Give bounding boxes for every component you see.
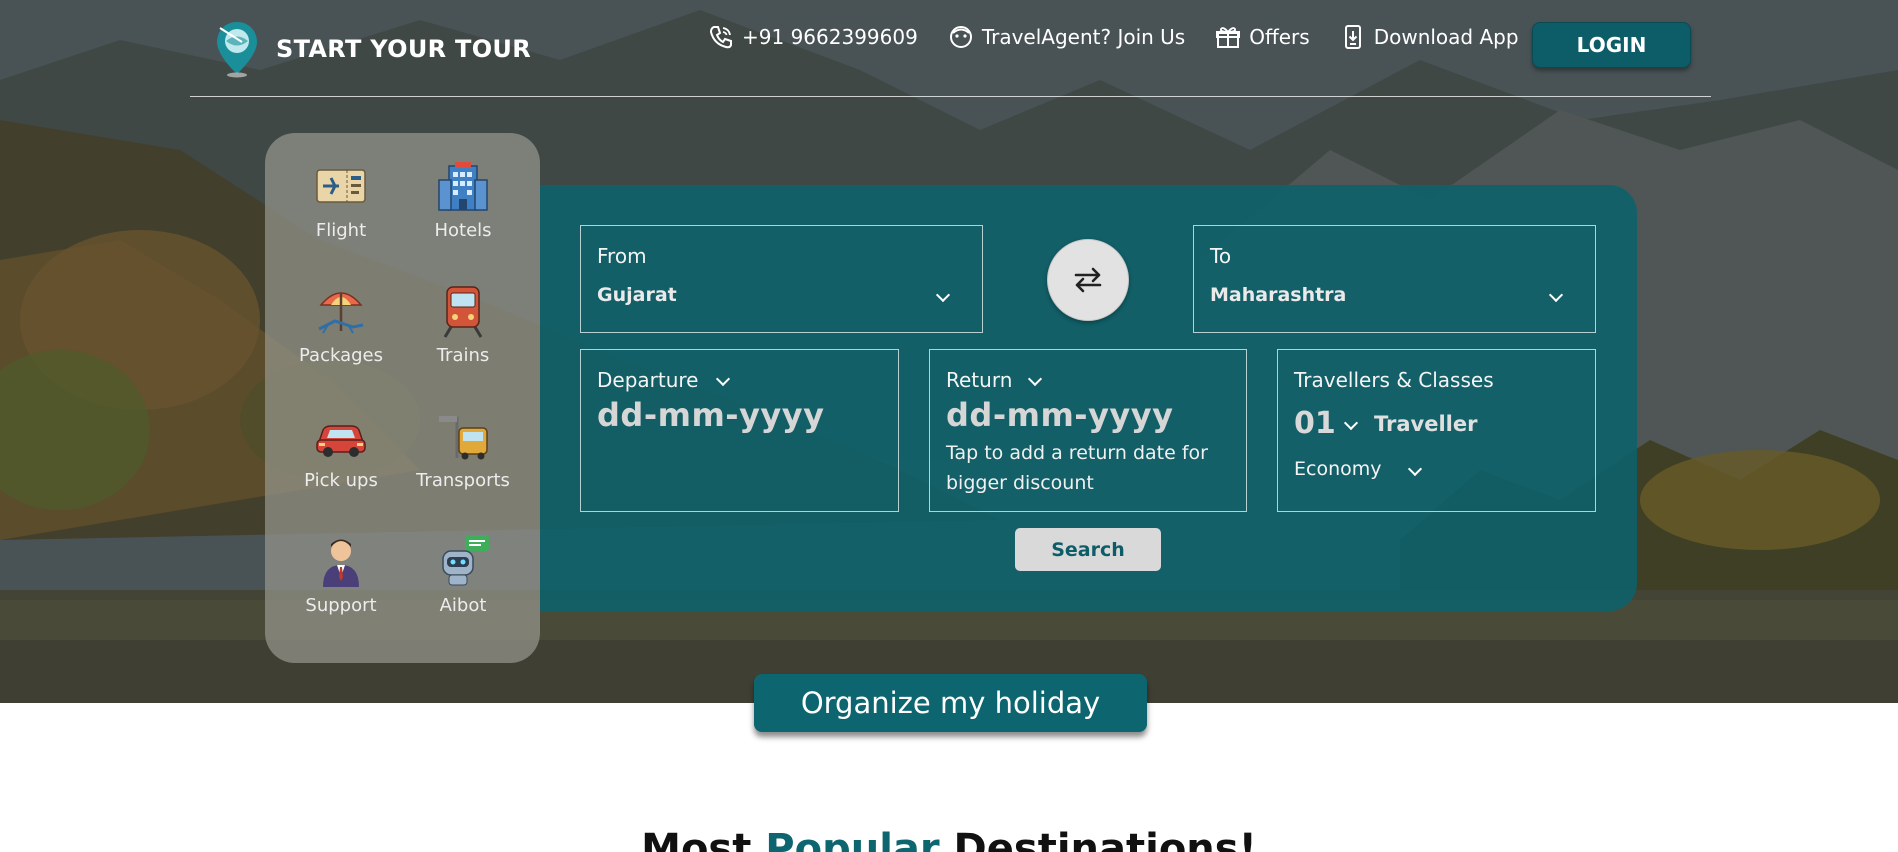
side-item-transports[interactable]: Transports [403,408,523,491]
class-value: Economy [1294,458,1382,480]
chevron-down-icon [1343,415,1359,431]
side-item-support[interactable]: Support [281,533,401,616]
login-button[interactable]: LOGIN [1532,22,1691,68]
top-nav: +91 9662399609 TravelAgent? Join Us Offe… [708,24,1549,50]
robot-chat-icon [442,535,489,586]
side-item-hotels[interactable]: Hotels [403,158,523,241]
return-date-placeholder: dd-mm-yyyy [946,396,1174,434]
mobile-download-icon [1340,24,1366,50]
section-title: Most Popular Destinations! [0,826,1898,852]
return-label: Return [946,368,1013,392]
section-title-accent: Popular [765,826,940,852]
bus-stop-icon [439,416,488,460]
organize-holiday-button[interactable]: Organize my holiday [754,674,1147,732]
side-item-label: Packages [299,345,383,366]
return-hint: Tap to add a return date for bigger disc… [946,442,1208,494]
section-title-prefix: Most [641,826,766,852]
travel-agent-label: TravelAgent? Join Us [981,25,1186,49]
beach-umbrella-icon [318,292,364,334]
swap-button[interactable] [1047,239,1129,321]
gift-icon [1215,24,1241,50]
offers-link[interactable]: Offers [1215,24,1310,50]
chevron-down-icon [1027,371,1043,387]
offers-label: Offers [1249,25,1310,49]
swap-arrows-icon [1074,267,1102,293]
side-item-trains[interactable]: Trains [403,283,523,366]
side-item-label: Trains [436,345,490,366]
search-button[interactable]: Search [1015,528,1161,571]
download-app-label: Download App [1373,25,1519,49]
from-value: Gujarat [597,284,677,306]
traveller-unit: Traveller [1374,412,1478,436]
from-label: From [597,244,647,268]
departure-date-placeholder: dd-mm-yyyy [597,396,825,434]
brand-title: START YOUR TOUR [276,35,531,63]
from-select[interactable]: From Gujarat [580,225,983,333]
side-item-flight[interactable]: Flight [281,158,401,241]
travel-agent-link[interactable]: TravelAgent? Join Us [948,24,1185,50]
header-divider [190,96,1711,97]
departure-date-field[interactable]: Departure dd-mm-yyyy [580,349,899,512]
map-pin-globe-icon [217,22,257,78]
chevron-down-icon [715,371,731,387]
flight-ticket-icon [316,169,366,203]
chevron-down-icon [1548,287,1564,303]
traveller-count: 01 [1294,406,1336,441]
car-icon [316,425,366,457]
chevron-down-icon [1407,461,1423,477]
to-select[interactable]: To Maharashtra [1193,225,1596,333]
agent-icon [948,24,974,50]
chevron-down-icon [935,287,951,303]
train-icon [443,286,483,338]
phone-label: +91 9662399609 [742,25,918,49]
side-item-label: Transports [416,470,510,491]
side-item-label: Pick ups [304,470,378,491]
side-item-label: Hotels [434,220,492,241]
to-value: Maharashtra [1210,284,1347,306]
brand[interactable]: START YOUR TOUR [212,20,531,78]
travellers-label: Travellers & Classes [1294,368,1494,392]
support-agent-icon [323,539,359,587]
side-item-packages[interactable]: Packages [281,283,401,366]
phone-icon [708,24,734,50]
side-item-label: Flight [315,220,367,241]
side-item-aibot[interactable]: Aibot [403,533,523,616]
side-item-label: Support [305,595,377,616]
service-side-menu: Flight Hotels Packages Trains Pick ups T… [265,133,540,663]
section-title-suffix: Destinations! [939,826,1257,852]
departure-label: Departure [597,368,699,392]
hotel-building-icon [438,162,488,211]
return-date-field[interactable]: Return dd-mm-yyyy Tap to add a return da… [929,349,1247,512]
travellers-class-field[interactable]: Travellers & Classes 01 Traveller Econom… [1277,349,1596,512]
side-item-pickups[interactable]: Pick ups [281,408,401,491]
download-app-link[interactable]: Download App [1340,24,1519,50]
phone-link[interactable]: +91 9662399609 [708,24,918,50]
side-item-label: Aibot [439,595,487,616]
to-label: To [1210,244,1232,268]
